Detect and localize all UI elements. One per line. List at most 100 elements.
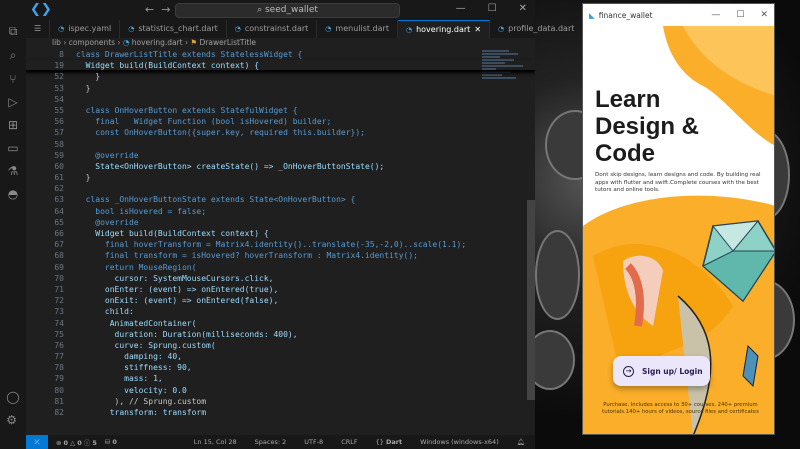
status-bar: ⤫ ⊗ 0 △ 0 ⓘ 5 ⛁ 0 Ln 15, Col 28 Spaces: … <box>0 435 535 449</box>
end-of-line[interactable]: CRLF <box>341 438 357 446</box>
code-text: return MouseRegion( <box>76 262 197 272</box>
code-line[interactable]: 79 mass: 1, <box>26 373 535 384</box>
code-line[interactable]: 54 <box>26 94 535 105</box>
code-line[interactable]: 69 return MouseRegion( <box>26 262 535 273</box>
line-number: 71 <box>54 284 64 294</box>
code-line[interactable]: 80 velocity: 0.0 <box>26 385 535 396</box>
tab-statistics_chart-dart[interactable]: ◔ statistics_chart.dart <box>120 20 227 38</box>
explorer-icon[interactable]: ⧉ <box>9 24 18 39</box>
platform[interactable]: Windows (windows-x64) <box>420 438 499 446</box>
line-number: 73 <box>54 307 64 317</box>
settings-gear-icon[interactable]: ⚙ <box>6 413 19 427</box>
tab-constrainst-dart[interactable]: ◔ constrainst.dart <box>227 20 318 38</box>
code-text: cursor: SystemMouseCursors.click, <box>76 273 274 283</box>
vertical-scrollbar[interactable] <box>527 200 535 400</box>
code-line[interactable]: 66 Widget build(BuildContext context) { <box>26 228 535 239</box>
tab-hovering-dart[interactable]: ◔ hovering.dart ✕ <box>397 20 491 39</box>
search-icon[interactable]: ⌕ <box>10 48 17 63</box>
account-icon[interactable]: ◯ <box>6 390 19 404</box>
testing-icon[interactable]: ⚗ <box>8 164 19 178</box>
code-line[interactable]: 57 const OnHoverButton({super.key, requi… <box>26 127 535 138</box>
code-line[interactable]: 70 cursor: SystemMouseCursors.click, <box>26 273 535 284</box>
breadcrumb-item[interactable]: components <box>69 38 115 47</box>
breadcrumb: lib › components › ◔ hovering.dart › ⚑ D… <box>52 38 257 47</box>
encoding[interactable]: UTF-8 <box>304 438 323 446</box>
code-text: onExit: (event) => onEntered(false), <box>76 296 279 306</box>
close-icon[interactable]: ✕ <box>760 10 768 20</box>
remote-explorer-icon[interactable]: ▭ <box>7 141 18 155</box>
code-line[interactable]: 53 } <box>26 83 535 94</box>
code-line[interactable]: 55 class OnHoverButton extends StatefulW… <box>26 105 535 116</box>
search-label: seed_wallet <box>264 5 318 15</box>
code-line[interactable]: 72 onExit: (event) => onEntered(false), <box>26 295 535 306</box>
line-number: 81 <box>54 396 64 406</box>
code-line[interactable]: 19 Widget build(BuildContext context) { <box>26 60 535 72</box>
cursor-position[interactable]: Ln 15, Col 28 <box>194 438 237 446</box>
breadcrumb-item[interactable]: hovering.dart <box>132 38 183 47</box>
dart-file-icon: ◔ <box>128 25 135 33</box>
line-number: 53 <box>54 83 64 93</box>
code-text: @override <box>76 217 139 227</box>
line-number: 60 <box>54 161 64 171</box>
notifications-icon[interactable]: 🔔︎ <box>517 438 525 446</box>
code-line[interactable]: 78 stiffness: 90, <box>26 362 535 373</box>
code-line[interactable]: 52 } <box>26 71 535 82</box>
problems-indicator[interactable]: ⊗ 0 △ 0 ⓘ 5 <box>56 437 97 447</box>
code-line[interactable]: 73 child: <box>26 306 535 317</box>
language-mode[interactable]: {} Dart <box>376 438 402 446</box>
sign-up-login-button[interactable]: → Sign up/ Login <box>613 356 710 386</box>
android-icon[interactable]: ◓ <box>8 187 18 201</box>
code-line[interactable]: 76 curve: Sprung.custom( <box>26 340 535 351</box>
code-line[interactable]: 71 onEnter: (event) => onEntered(true), <box>26 284 535 295</box>
line-number: 74 <box>54 318 64 328</box>
code-editor[interactable]: 8 class DrawerListTitle extends Stateless… <box>26 49 535 435</box>
flutter-logo-icon: ◣ <box>589 10 595 20</box>
code-line[interactable]: 60 State<OnHoverButton> createState() =>… <box>26 161 535 172</box>
code-line[interactable]: 56 final Widget Function (bool isHovered… <box>26 116 535 127</box>
run-debug-icon[interactable]: ▷ <box>8 95 17 109</box>
vscode-logo-icon: ❮❯ <box>30 2 52 17</box>
nav-arrows[interactable]: ← → <box>145 3 170 16</box>
code-line[interactable]: 64 bool isHovered = false; <box>26 206 535 217</box>
code-line[interactable]: 74 AnimatedContainer( <box>26 318 535 329</box>
code-line[interactable]: 59 @override <box>26 150 535 161</box>
minimize-icon[interactable]: — <box>456 3 466 14</box>
code-line[interactable]: 81 ), // Sprung.custom <box>26 396 535 407</box>
tab-ispec-yaml[interactable]: ◔ ispec.yaml <box>50 20 121 38</box>
activity-bar: ⧉ ⌕ ⑂ ▷ ⊞ ▭ ⚗ ◓ ◯ ⚙ <box>0 20 26 435</box>
remote-indicator[interactable]: ⤫ <box>26 435 48 449</box>
close-tab-icon[interactable]: ✕ <box>474 21 481 39</box>
breadcrumb-item[interactable]: DrawerListTitle <box>200 38 256 47</box>
code-line[interactable]: 8 class DrawerListTitle extends Stateless… <box>26 49 535 60</box>
line-number: 77 <box>54 352 64 362</box>
close-icon[interactable]: ✕ <box>519 3 527 14</box>
extensions-icon[interactable]: ⊞ <box>8 118 18 132</box>
code-line[interactable]: 58 <box>26 139 535 150</box>
indentation[interactable]: Spaces: 2 <box>255 438 287 446</box>
code-text: transform: transform <box>76 408 207 417</box>
maximize-icon[interactable]: ☐ <box>736 10 744 20</box>
maximize-icon[interactable]: ☐ <box>488 3 497 14</box>
command-center-search[interactable]: ⌕ seed_wallet <box>175 3 400 18</box>
warnings-count: 0 <box>77 439 82 447</box>
code-line[interactable]: 67 final hoverTransform = Matrix4.identi… <box>26 239 535 250</box>
code-text: velocity: 0.0 <box>76 385 187 395</box>
tab-profile_data-dart[interactable]: ◔ profile_data.dart <box>490 20 584 38</box>
code-line[interactable]: 82 transform: transform <box>26 407 535 418</box>
line-number: 19 <box>54 61 64 71</box>
code-text: bool isHovered = false; <box>76 206 207 216</box>
tab-menulist-dart[interactable]: ◔ menulist.dart <box>317 20 398 38</box>
code-line[interactable]: 68 final transform = isHovered? hoverTra… <box>26 250 535 261</box>
source-control-icon[interactable]: ⑂ <box>9 72 16 86</box>
ports-indicator[interactable]: ⛁ 0 <box>105 438 117 446</box>
code-line[interactable]: 65 @override <box>26 217 535 228</box>
code-line[interactable]: 63 class _OnHoverButtonState extends Sta… <box>26 194 535 205</box>
minimize-icon[interactable]: — <box>711 10 720 20</box>
code-line[interactable]: 61 } <box>26 172 535 183</box>
ports-count: 0 <box>112 438 117 446</box>
code-line[interactable]: 77 damping: 40, <box>26 351 535 362</box>
breadcrumb-item[interactable]: lib <box>52 38 61 47</box>
code-line[interactable]: 75 duration: Duration(milliseconds: 400)… <box>26 329 535 340</box>
tabs-menu-icon[interactable]: ☰ <box>26 20 51 38</box>
code-line[interactable]: 62 <box>26 183 535 194</box>
